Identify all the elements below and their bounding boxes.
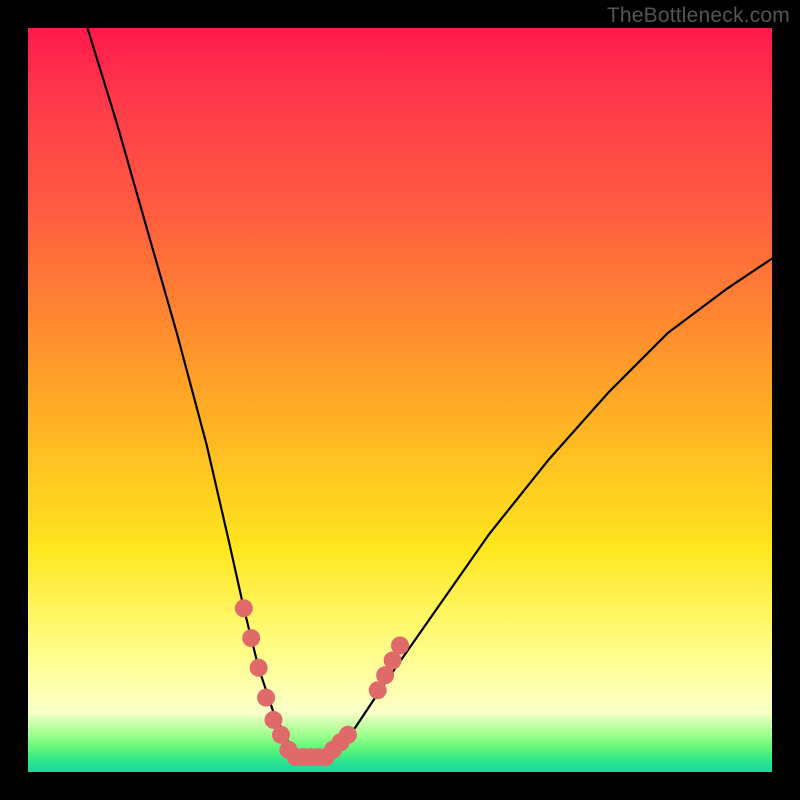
highlight-marker: [272, 726, 290, 744]
highlight-marker: [302, 748, 320, 766]
highlight-marker: [309, 748, 327, 766]
highlight-marker: [391, 637, 409, 655]
highlight-marker: [235, 599, 253, 617]
chart-frame: TheBottleneck.com: [0, 0, 800, 800]
highlight-marker: [257, 689, 275, 707]
highlight-marker: [369, 681, 387, 699]
highlight-marker: [242, 629, 260, 647]
bottleneck-curve: [88, 28, 773, 757]
highlight-marker: [339, 726, 357, 744]
highlight-marker: [294, 748, 312, 766]
highlight-marker: [376, 666, 394, 684]
watermark-text: TheBottleneck.com: [607, 4, 790, 28]
highlight-marker: [384, 651, 402, 669]
highlight-marker: [265, 711, 283, 729]
highlight-marker: [317, 748, 335, 766]
highlight-marker: [324, 741, 342, 759]
highlight-marker: [332, 733, 350, 751]
highlight-marker: [287, 748, 305, 766]
curve-layer: [28, 28, 772, 772]
highlight-markers: [235, 599, 409, 766]
highlight-marker: [279, 741, 297, 759]
plot-area: [28, 28, 772, 772]
highlight-marker: [250, 659, 268, 677]
